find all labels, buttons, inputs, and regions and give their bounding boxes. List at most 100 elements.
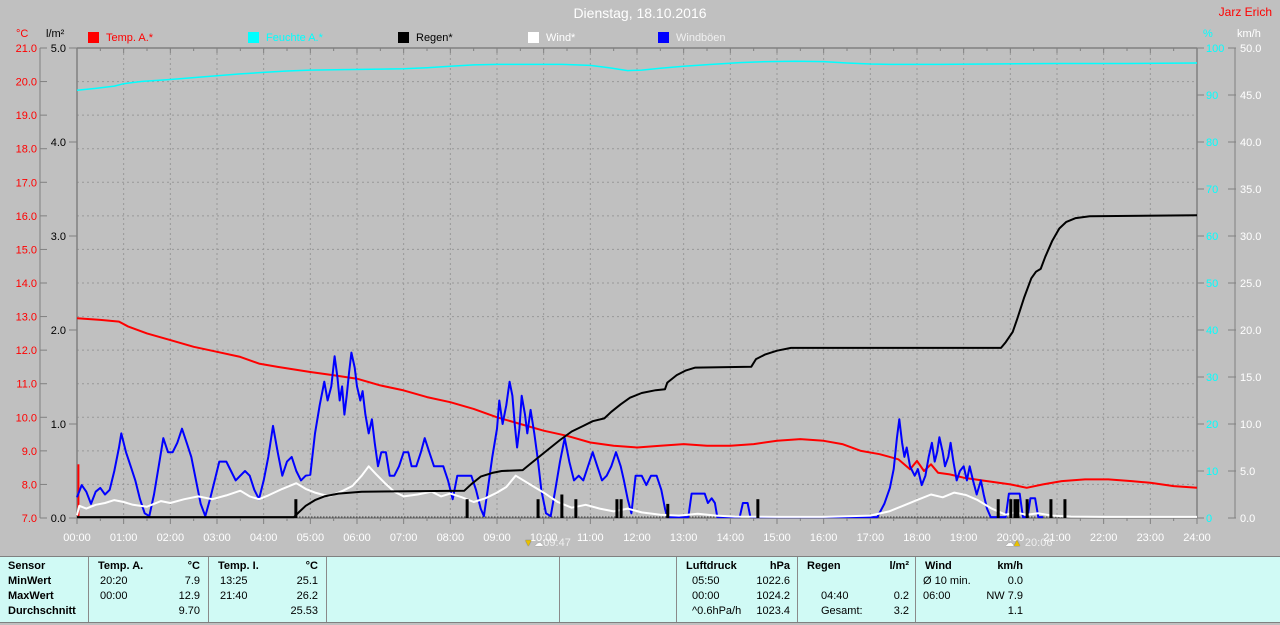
- time-label: 16:00: [810, 532, 838, 544]
- rain-tick-label: 4.0: [51, 137, 66, 149]
- wind-tick-label: 15.0: [1240, 372, 1261, 384]
- rain-tick-label: 5.0: [51, 43, 66, 55]
- humidity-tick-label: 60: [1206, 231, 1218, 243]
- time-label: 18:00: [903, 532, 931, 544]
- temp-tick-label: 12.0: [16, 345, 37, 357]
- table-row-header: MaxWert: [8, 590, 54, 602]
- time-label: 00:00: [63, 532, 91, 544]
- table-cell-luftdruck-value: 1022.6: [756, 575, 790, 587]
- humidity-tick-label: 100: [1206, 43, 1224, 55]
- table-separator: [915, 557, 916, 622]
- wind-tick-label: 35.0: [1240, 184, 1261, 196]
- event-marker-time: 09:47: [543, 537, 571, 549]
- humidity-tick-label: 50: [1206, 278, 1218, 290]
- table-cell-temp-a-value: 9.70: [178, 605, 200, 617]
- table-section-unit-temp-a: °C: [187, 560, 200, 572]
- event-marker-2006: ☁ ▲ 20:06: [1005, 537, 1052, 549]
- time-label: 12:00: [623, 532, 651, 544]
- table-separator: [797, 557, 798, 622]
- temp-tick-label: 15.0: [16, 244, 37, 256]
- time-label: 06:00: [343, 532, 371, 544]
- table-separator: [208, 557, 209, 622]
- humidity-tick-label: 20: [1206, 419, 1218, 431]
- rain-tick-label: 1.0: [51, 419, 66, 431]
- time-label: 19:00: [950, 532, 978, 544]
- time-label: 01:00: [110, 532, 138, 544]
- wind-tick-label: 20.0: [1240, 325, 1261, 337]
- table-cell-wind-value: 1.1: [1007, 605, 1023, 617]
- table-section-unit-luftdruck: hPa: [769, 560, 790, 572]
- temp-tick-label: 7.0: [22, 513, 37, 525]
- temp-tick-label: 14.0: [16, 278, 37, 290]
- humidity-tick-label: 0: [1206, 513, 1212, 525]
- temp-tick-label: 11.0: [16, 379, 37, 391]
- time-label: 15:00: [763, 532, 791, 544]
- stats-table: Sensor MinWert MaxWert Durchschnitt Temp. A.…: [0, 556, 1280, 623]
- wind-tick-label: 25.0: [1240, 278, 1261, 290]
- wind-tick-label: 0.0: [1240, 513, 1255, 525]
- time-label: 17:00: [857, 532, 885, 544]
- rain-tick-label: 2.0: [51, 325, 66, 337]
- wind-tick-label: 30.0: [1240, 231, 1261, 243]
- time-label: 11:00: [577, 532, 604, 544]
- table-cell-regen-value: 3.2: [893, 605, 909, 617]
- table-row-header: Durchschnitt: [8, 605, 76, 617]
- humidity-tick-label: 70: [1206, 184, 1218, 196]
- table-cell-temp-i-value: 25.1: [296, 575, 318, 587]
- temp-tick-label: 21.0: [16, 43, 37, 55]
- temp-tick-label: 9.0: [22, 446, 37, 458]
- table-section-unit-wind: km/h: [997, 560, 1023, 572]
- humidity-tick-label: 40: [1206, 325, 1218, 337]
- table-separator: [88, 557, 89, 622]
- table-cell-wind-value: 0.0: [1007, 575, 1023, 587]
- temp-tick-label: 13.0: [16, 312, 37, 324]
- table-cell-luftdruck-value: 1024.2: [756, 590, 790, 602]
- time-label: 14:00: [717, 532, 745, 544]
- time-label: 07:00: [390, 532, 418, 544]
- table-row-header: MinWert: [8, 575, 52, 587]
- table-section-unit-regen: l/m²: [889, 560, 909, 572]
- temp-tick-label: 17.0: [16, 177, 37, 189]
- arrow-up-icon: ▲: [1012, 537, 1022, 549]
- temp-tick-label: 8.0: [22, 479, 37, 491]
- weather-app-window: Dienstag, 18.10.2016 Jarz Erich °C l/m² …: [0, 0, 1280, 625]
- time-label: 02:00: [157, 532, 185, 544]
- table-cell-luftdruck-value: 1023.4: [756, 605, 790, 617]
- table-cell-temp-i-value: 25.53: [290, 605, 318, 617]
- table-separator: [326, 557, 327, 622]
- time-label: 24:00: [1183, 532, 1211, 544]
- time-label: 04:00: [250, 532, 278, 544]
- series-feuchte-a-: [76, 60, 1198, 92]
- table-separator: [559, 557, 560, 622]
- table-cell-temp-a-value: 7.9: [184, 575, 200, 587]
- wind-tick-label: 50.0: [1240, 43, 1261, 55]
- time-label: 08:00: [437, 532, 465, 544]
- table-cell-regen-value: 0.2: [893, 590, 909, 602]
- humidity-tick-label: 30: [1206, 372, 1218, 384]
- table-row-header: Sensor: [8, 560, 46, 572]
- table-cell-temp-i-value: 26.2: [296, 590, 318, 602]
- time-label: 13:00: [670, 532, 698, 544]
- wind-tick-label: 40.0: [1240, 137, 1261, 149]
- table-section-unit-temp-i: °C: [305, 560, 318, 572]
- rain-tick-label: 0.0: [51, 513, 66, 525]
- event-marker-time: 20:06: [1024, 537, 1053, 549]
- event-marker-0947: ▼ ☁ 09:47: [523, 537, 570, 549]
- rain-tick-label: 3.0: [51, 231, 66, 243]
- time-label: 03:00: [203, 532, 231, 544]
- temp-tick-label: 19.0: [16, 110, 37, 122]
- time-label: 09:00: [483, 532, 511, 544]
- table-separator: [676, 557, 677, 622]
- temp-tick-label: 18.0: [16, 144, 37, 156]
- time-label: 22:00: [1090, 532, 1118, 544]
- wind-tick-label: 10.0: [1240, 419, 1261, 431]
- temp-tick-label: 10.0: [16, 412, 37, 424]
- table-cell-wind-value: NW 7.9: [986, 590, 1023, 602]
- weather-chart: 21.0 20.0 19.0 18.0 17.0 16.0 15.0 14.0 13.0 12.0…: [16, 43, 1262, 544]
- humidity-tick-label: 90: [1206, 90, 1218, 102]
- time-label: 23:00: [1137, 532, 1165, 544]
- cloud-icon: ☁: [534, 537, 544, 548]
- wind-tick-label: 45.0: [1240, 90, 1261, 102]
- arrow-down-icon: ▼: [523, 537, 534, 549]
- table-cell-temp-a-value: 12.9: [178, 590, 200, 602]
